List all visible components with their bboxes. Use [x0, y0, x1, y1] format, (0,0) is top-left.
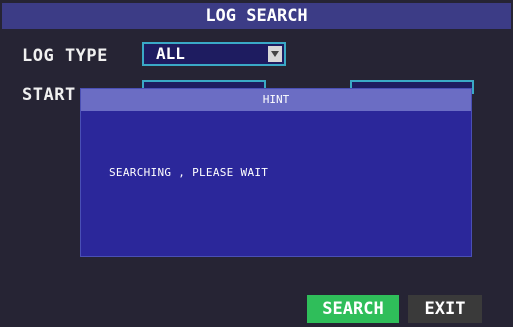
search-button[interactable]: SEARCH — [307, 295, 399, 323]
dialog-message: SEARCHING , PLEASE WAIT — [109, 166, 269, 179]
start-time-label: START — [22, 85, 76, 105]
title-bar: LOG SEARCH — [2, 3, 511, 29]
page-title: LOG SEARCH — [205, 6, 308, 26]
dialog-title: HINT — [262, 93, 290, 106]
log-type-select[interactable]: ALL — [142, 42, 286, 66]
hint-dialog: HINT SEARCHING , PLEASE WAIT — [80, 88, 472, 257]
exit-button[interactable]: EXIT — [408, 295, 482, 323]
log-search-screen: LOG SEARCH LOG TYPE ALL START HINT SEARC… — [0, 0, 513, 327]
dialog-header: HINT — [81, 89, 471, 111]
chevron-down-icon[interactable] — [268, 46, 282, 62]
log-type-value: ALL — [156, 44, 185, 63]
log-type-label: LOG TYPE — [22, 46, 108, 66]
